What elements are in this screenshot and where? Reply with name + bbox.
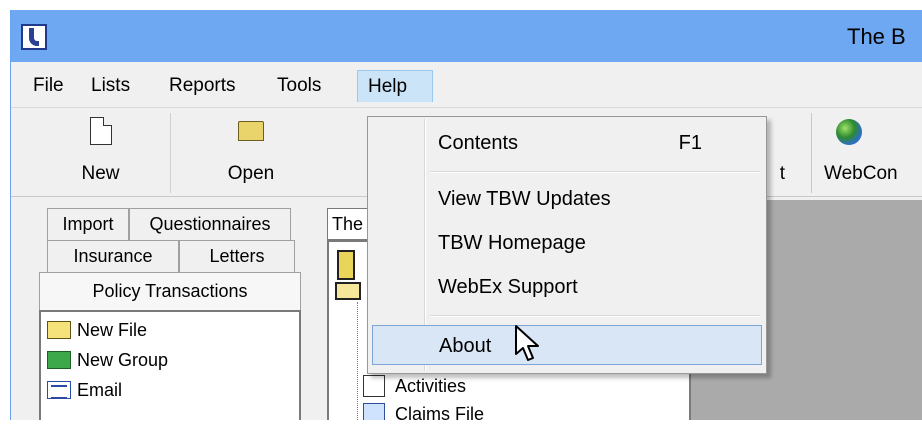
root-folder-icon[interactable]: [335, 282, 361, 300]
tree-item-claims-file[interactable]: Claims File: [359, 400, 484, 420]
tree-connector: [357, 302, 358, 420]
menu-item-webex-support[interactable]: WebEx Support: [372, 267, 762, 307]
menu-tools[interactable]: Tools: [267, 70, 331, 102]
new-button-label: New: [81, 163, 120, 184]
tree-item-label: Claims File: [395, 404, 485, 420]
list-item-label: New File: [77, 320, 148, 340]
open-button[interactable]: Open: [171, 113, 331, 193]
menu-item-shortcut: F1: [678, 132, 702, 154]
tab-import[interactable]: Import: [47, 208, 129, 240]
tree-item-label: Activities: [395, 376, 467, 396]
activities-icon: [363, 375, 385, 397]
list-item[interactable]: New Group: [43, 346, 168, 376]
list-item-label: Email: [77, 380, 123, 400]
menu-reports[interactable]: Reports: [159, 70, 246, 102]
folder-open-icon: [238, 121, 264, 141]
email-icon: [47, 381, 71, 399]
menu-help[interactable]: Help: [357, 70, 433, 102]
menu-item-view-updates[interactable]: View TBW Updates: [372, 179, 762, 219]
tab-letters[interactable]: Letters: [179, 240, 295, 272]
application-window: The B File Lists Reports Tools Help New …: [10, 10, 922, 420]
list-item[interactable]: Email: [43, 376, 122, 406]
transactions-panel: Import Questionnaires Insurance Letters …: [31, 200, 321, 420]
menu-item-homepage[interactable]: TBW Homepage: [372, 223, 762, 263]
document-icon: [89, 117, 112, 145]
menu-item-contents[interactable]: Contents F1: [372, 123, 762, 163]
globe-icon: [836, 119, 862, 145]
help-menu-dropdown: Contents F1 View TBW Updates TBW Homepag…: [367, 116, 767, 374]
folder-icon: [47, 321, 71, 339]
tab-insurance[interactable]: Insurance: [47, 240, 179, 272]
window-title: The B: [847, 24, 906, 49]
tab-questionnaires[interactable]: Questionnaires: [129, 208, 291, 240]
cabinet-icon[interactable]: [337, 250, 355, 280]
tree-item-activities[interactable]: Activities: [359, 372, 466, 400]
group-icon: [47, 351, 71, 369]
menu-separator: [430, 171, 760, 173]
app-logo-icon[interactable]: [21, 24, 47, 50]
webcon-button-label: WebCon: [824, 163, 898, 184]
client-combo[interactable]: The: [327, 208, 371, 240]
menu-bar: File Lists Reports Tools Help: [11, 62, 922, 108]
transactions-list: New File New Group Email: [39, 310, 301, 420]
claims-file-icon: [363, 403, 385, 420]
menu-separator: [430, 315, 760, 317]
webcon-button[interactable]: WebCon: [811, 113, 922, 193]
menu-lists[interactable]: Lists: [81, 70, 140, 102]
menu-item-about[interactable]: About: [372, 325, 762, 365]
list-item-label: New Group: [77, 350, 169, 370]
list-item[interactable]: New File: [43, 316, 147, 346]
mouse-pointer-icon: [515, 325, 539, 361]
tab-policy-transactions[interactable]: Policy Transactions: [39, 272, 301, 310]
open-button-label: Open: [227, 163, 275, 184]
new-button[interactable]: New: [31, 113, 171, 193]
title-bar: The B: [11, 10, 922, 62]
menu-file[interactable]: File: [23, 70, 74, 102]
menu-item-label: Contents: [438, 132, 519, 154]
